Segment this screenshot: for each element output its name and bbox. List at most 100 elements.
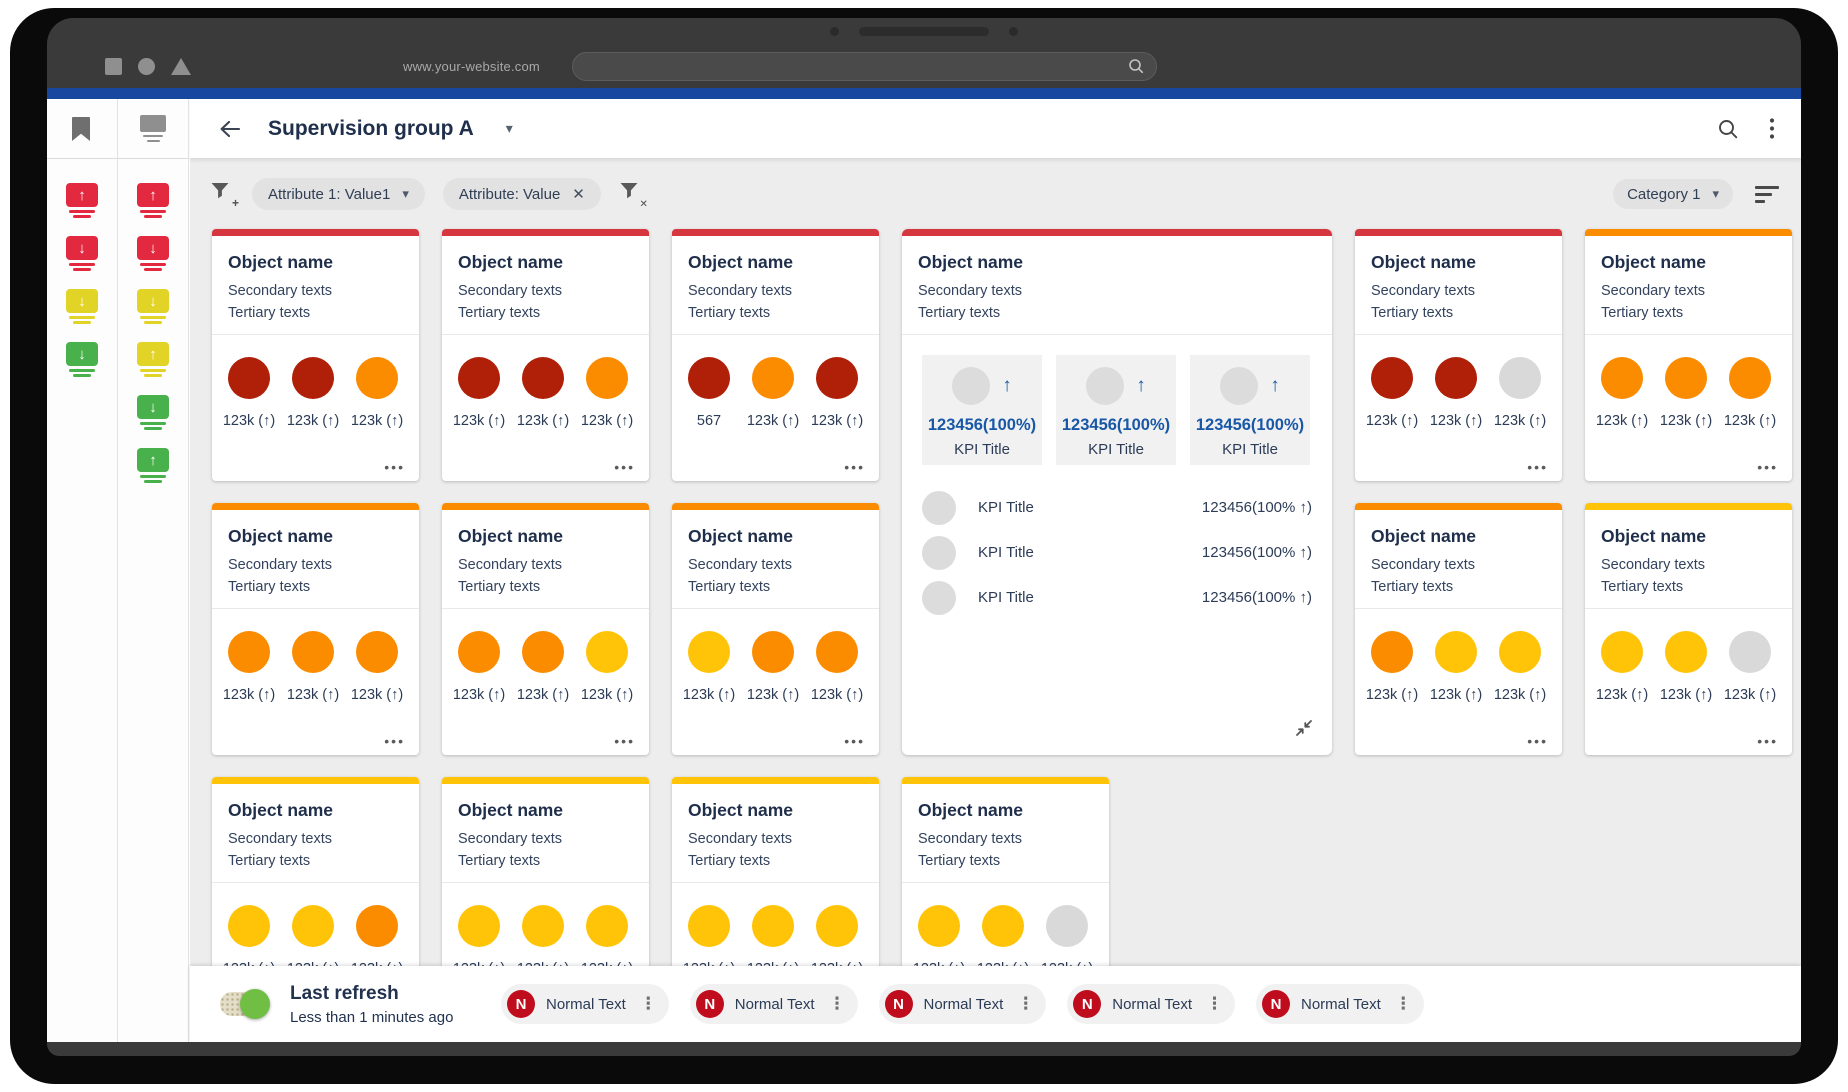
last-refresh-title: Last refresh bbox=[290, 983, 465, 1005]
kpi-circle-gold bbox=[586, 631, 628, 673]
object-card[interactable]: Object name Secondary texts Tertiary tex… bbox=[212, 503, 419, 755]
kpi-row[interactable]: KPI Title123456(100% ↑) bbox=[922, 575, 1312, 620]
kpi-row[interactable]: KPI Title123456(100% ↑) bbox=[922, 485, 1312, 530]
status-chip[interactable]: NNormal Text⋮ bbox=[1067, 984, 1235, 1024]
toggle-knob bbox=[240, 989, 270, 1019]
close-icon[interactable]: ✕ bbox=[572, 185, 585, 203]
more-menu-icon[interactable]: ••• bbox=[1757, 733, 1778, 749]
object-card[interactable]: Object name Secondary texts Tertiary tex… bbox=[442, 503, 649, 755]
refresh-toggle[interactable] bbox=[220, 992, 266, 1016]
object-card[interactable]: Object name Secondary texts Tertiary tex… bbox=[1355, 503, 1562, 755]
object-name: Object name bbox=[1601, 526, 1776, 547]
object-card[interactable]: Object name Secondary texts Tertiary tex… bbox=[672, 503, 879, 755]
category-dropdown[interactable]: Category 1 ▾ bbox=[1613, 179, 1733, 209]
kpi-value: 123k (↑) bbox=[356, 413, 398, 429]
kebab-icon[interactable]: ⋮ bbox=[640, 994, 657, 1014]
kpi-circle-gold bbox=[292, 905, 334, 947]
status-stack-icon-green-down[interactable]: ↓ bbox=[64, 342, 100, 377]
kpi-circle-gray bbox=[1046, 905, 1088, 947]
status-stack-icon-red-down[interactable]: ↓ bbox=[64, 236, 100, 271]
chevron-down-icon[interactable]: ▾ bbox=[506, 120, 513, 137]
object-card[interactable]: Object name Secondary texts Tertiary tex… bbox=[1585, 503, 1792, 755]
status-chip[interactable]: NNormal Text⋮ bbox=[690, 984, 858, 1024]
kebab-icon[interactable]: ⋮ bbox=[1395, 994, 1412, 1014]
collapse-button[interactable] bbox=[1294, 718, 1314, 743]
stack-bar bbox=[140, 263, 166, 266]
status-chip[interactable]: NNormal Text⋮ bbox=[879, 984, 1047, 1024]
more-menu-icon[interactable]: ••• bbox=[614, 733, 635, 749]
search-button[interactable] bbox=[1717, 118, 1739, 140]
object-card[interactable]: Object name Secondary texts Tertiary tex… bbox=[672, 229, 879, 481]
window-control-square-icon bbox=[105, 58, 122, 75]
more-menu-icon[interactable]: ••• bbox=[844, 733, 865, 749]
secondary-text: Secondary texts bbox=[458, 828, 633, 850]
status-chip-label: Normal Text bbox=[546, 996, 626, 1013]
add-filter-button[interactable]: + bbox=[210, 181, 236, 207]
more-menu-icon[interactable]: ••• bbox=[1527, 733, 1548, 749]
stack-bar bbox=[144, 480, 162, 483]
status-chip[interactable]: NNormal Text⋮ bbox=[1256, 984, 1424, 1024]
filter-chip-label: Attribute 1: Value1 bbox=[268, 186, 390, 203]
status-stack-icon-red-up[interactable]: ↑ bbox=[135, 183, 171, 218]
kpi-tile[interactable]: ↑123456(100%)KPI Title bbox=[922, 355, 1042, 465]
status-stack-icon-green-up[interactable]: ↑ bbox=[135, 448, 171, 483]
kpi-circle-gray bbox=[952, 367, 990, 405]
back-button[interactable] bbox=[218, 118, 242, 140]
status-accent-bar bbox=[212, 229, 419, 236]
camera-dot bbox=[1009, 27, 1018, 36]
kpi-row[interactable]: KPI Title123456(100% ↑) bbox=[922, 530, 1312, 575]
overflow-menu-button[interactable] bbox=[1769, 117, 1775, 141]
object-card[interactable]: Object name Secondary texts Tertiary tex… bbox=[1585, 229, 1792, 481]
card-header: Object name Secondary texts Tertiary tex… bbox=[902, 784, 1109, 883]
status-stack-icon-yellow-down[interactable]: ↓ bbox=[64, 289, 100, 324]
object-card[interactable]: Object name Secondary texts Tertiary tex… bbox=[442, 229, 649, 481]
kebab-icon[interactable]: ⋮ bbox=[1017, 994, 1034, 1014]
secondary-text: Secondary texts bbox=[1371, 554, 1546, 576]
sidebar-tab-monitors[interactable] bbox=[118, 99, 188, 159]
object-card[interactable]: Object name Secondary texts Tertiary tex… bbox=[1355, 229, 1562, 481]
object-card-expanded[interactable]: Object name Secondary texts Tertiary tex… bbox=[902, 229, 1332, 755]
status-stack-icon-green-down[interactable]: ↓ bbox=[135, 395, 171, 430]
more-menu-icon[interactable]: ••• bbox=[1527, 459, 1548, 475]
card-header: Object name Secondary texts Tertiary tex… bbox=[212, 236, 419, 335]
browser-search-bar[interactable] bbox=[572, 52, 1157, 81]
sort-button[interactable] bbox=[1755, 186, 1779, 203]
filter-chip-attribute-2[interactable]: Attribute: Value ✕ bbox=[443, 178, 601, 210]
kpi-circle-gold bbox=[586, 905, 628, 947]
more-menu-icon[interactable]: ••• bbox=[1757, 459, 1778, 475]
arrow-down-icon: ↓ bbox=[66, 236, 98, 260]
status-stack-icon-yellow-down[interactable]: ↓ bbox=[135, 289, 171, 324]
kebab-icon[interactable]: ⋮ bbox=[829, 994, 846, 1014]
kpi-circle-gray bbox=[922, 581, 956, 615]
secondary-text: Secondary texts bbox=[228, 554, 403, 576]
kpi-circles bbox=[442, 335, 649, 399]
secondary-text: Secondary texts bbox=[918, 828, 1093, 850]
clear-filters-button[interactable]: ✕ bbox=[619, 181, 645, 207]
kpi-value: 123k (↑) bbox=[1435, 687, 1477, 703]
sidebar-tab-bookmarks[interactable] bbox=[47, 99, 117, 159]
more-menu-icon[interactable]: ••• bbox=[614, 459, 635, 475]
status-stack-icon-red-down[interactable]: ↓ bbox=[135, 236, 171, 271]
more-menu-icon[interactable]: ••• bbox=[844, 459, 865, 475]
chevron-down-icon[interactable]: ▾ bbox=[402, 186, 409, 202]
object-card[interactable]: Object name Secondary texts Tertiary tex… bbox=[212, 229, 419, 481]
status-chip[interactable]: NNormal Text⋮ bbox=[501, 984, 669, 1024]
kpi-tile[interactable]: ↑123456(100%)KPI Title bbox=[1056, 355, 1176, 465]
stack-bar bbox=[140, 422, 166, 425]
object-name: Object name bbox=[688, 252, 863, 273]
kpi-value: 123k (↑) bbox=[1729, 413, 1771, 429]
status-stack-icon-yellow-up[interactable]: ↑ bbox=[135, 342, 171, 377]
more-menu-icon[interactable]: ••• bbox=[384, 733, 405, 749]
kpi-tile[interactable]: ↑123456(100%)KPI Title bbox=[1190, 355, 1310, 465]
last-refresh-block: Last refresh Less than 1 minutes ago bbox=[290, 983, 465, 1026]
status-stack-icon-red-up[interactable]: ↑ bbox=[64, 183, 100, 218]
stack-bar bbox=[140, 369, 166, 372]
status-accent-bar bbox=[672, 229, 879, 236]
kebab-icon[interactable]: ⋮ bbox=[1206, 994, 1223, 1014]
window-control-triangle-icon bbox=[171, 58, 191, 75]
kpi-circle-orange bbox=[356, 631, 398, 673]
status-accent-bar bbox=[212, 777, 419, 784]
more-menu-icon[interactable]: ••• bbox=[384, 459, 405, 475]
filter-chip-attribute-1[interactable]: Attribute 1: Value1 ▾ bbox=[252, 178, 425, 210]
kpi-title: KPI Title bbox=[1056, 441, 1176, 458]
